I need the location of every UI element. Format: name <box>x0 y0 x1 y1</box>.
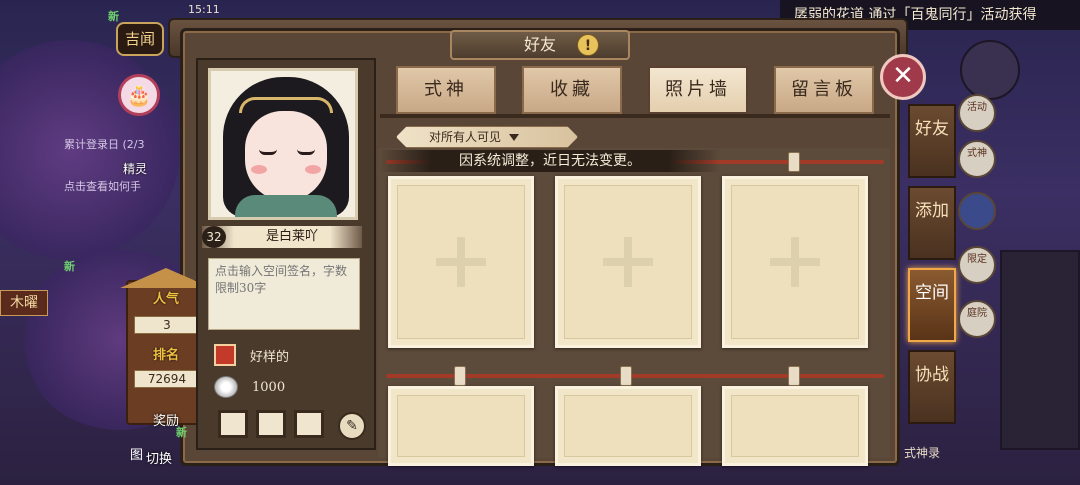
new-tag: 新 <box>176 426 187 439</box>
clip <box>788 152 800 172</box>
stats-board: 人气 3 排名 72694 <box>120 268 212 425</box>
day-label: 木曜 <box>0 290 48 316</box>
coin-row: 1000 <box>214 376 285 398</box>
avatar-face <box>245 111 327 201</box>
jiwen-button[interactable]: 吉闻 <box>116 22 164 56</box>
warning-icon[interactable]: ! <box>577 34 599 56</box>
clip <box>620 366 632 386</box>
signature-box <box>208 258 360 330</box>
frame-slot[interactable] <box>294 410 324 438</box>
new-tag: 新 <box>108 10 119 23</box>
photo-slot-inner <box>397 395 525 457</box>
avatar-blush <box>305 165 321 174</box>
rank-label: 排名 <box>152 348 179 363</box>
task-line[interactable]: 点击查看如何手 <box>64 178 141 194</box>
photo-slot-inner <box>731 185 859 339</box>
window-title-text: 好友 <box>523 35 556 54</box>
frame-slot[interactable] <box>218 410 248 438</box>
avatar[interactable] <box>208 68 358 220</box>
torii-icon <box>214 344 236 366</box>
preference-text: 好样的 <box>250 349 290 365</box>
switch-button[interactable]: 切换 <box>146 448 172 467</box>
popularity-label: 人气 <box>152 292 179 307</box>
book-icon[interactable] <box>958 192 996 230</box>
chevron-down-icon <box>509 134 520 141</box>
tab-message-board[interactable]: 留言板 <box>774 66 874 114</box>
side-tab-add[interactable]: 添加 <box>908 186 956 260</box>
status-time: 15:11 <box>188 3 220 16</box>
player-name: 是白莱吖 <box>265 229 318 244</box>
clip <box>454 366 466 386</box>
privacy-selected: 对所有人可见 <box>429 130 502 144</box>
background-house <box>1000 250 1080 450</box>
task-line[interactable]: 累计登录日 (2/3 <box>64 136 145 152</box>
photo-slot-add[interactable] <box>555 176 701 348</box>
privacy-dropdown[interactable]: 对所有人可见 <box>396 126 578 148</box>
coin-value: 1000 <box>252 379 286 395</box>
profile-panel: 32 是白莱吖 好样的 1000 ✎ <box>196 58 376 450</box>
preference-row: 好样的 <box>214 344 289 366</box>
plus-icon <box>770 237 820 287</box>
close-button[interactable]: ✕ <box>880 54 926 100</box>
window-title: 好友 <box>450 30 630 60</box>
notice-text: 因系统调整，近日无法变更。 <box>380 150 720 172</box>
photo-slot-add[interactable] <box>388 176 534 348</box>
courtyard-icon[interactable]: 庭院 <box>958 300 996 338</box>
frame-slot[interactable] <box>256 410 286 438</box>
signature-input[interactable] <box>215 263 353 325</box>
name-bar: 32 是白莱吖 <box>202 226 362 248</box>
photo-slot-add[interactable] <box>555 386 701 466</box>
avatar-blush <box>251 165 267 174</box>
side-tab-space[interactable]: 空间 <box>908 268 956 342</box>
close-icon: ✕ <box>892 61 914 91</box>
tab-photo-wall[interactable]: 照片墙 <box>648 66 748 114</box>
plus-icon <box>603 237 653 287</box>
tab-shishen[interactable]: 式神 <box>396 66 496 114</box>
edit-pen-icon[interactable]: ✎ <box>338 412 366 440</box>
level-badge: 32 <box>202 226 226 248</box>
tab-strip <box>380 114 890 118</box>
side-tab-friends[interactable]: 好友 <box>908 104 956 178</box>
photo-slot-inner <box>731 395 859 457</box>
popularity-value: 3 <box>134 316 200 334</box>
tu-label: 图 <box>130 448 144 463</box>
cake-icon[interactable]: 🎂 <box>118 74 160 116</box>
plus-icon <box>436 237 486 287</box>
side-tab-coop[interactable]: 协战 <box>908 350 956 424</box>
photo-slot-inner <box>564 395 692 457</box>
scroll-icon[interactable]: 式神 <box>958 140 996 178</box>
coin-icon <box>214 376 238 398</box>
new-tag: 新 <box>64 260 75 273</box>
tab-collection[interactable]: 收藏 <box>522 66 622 114</box>
jingling-button[interactable]: 精灵 <box>118 162 152 176</box>
photo-slot-add[interactable] <box>722 386 868 466</box>
background-house <box>960 40 1020 100</box>
activity-icon[interactable]: 活动 <box>958 94 996 132</box>
photo-slot-inner <box>397 185 525 339</box>
clip <box>788 366 800 386</box>
avatar-headband <box>239 97 333 113</box>
shishen-record-button[interactable]: 式神录 <box>904 444 940 461</box>
photo-slot-add[interactable] <box>722 176 868 348</box>
avatar-robe <box>235 195 337 217</box>
photo-slot-inner <box>564 185 692 339</box>
rank-value: 72694 <box>134 370 200 388</box>
photo-slot-add[interactable] <box>388 386 534 466</box>
limited-icon[interactable]: 限定 <box>958 246 996 284</box>
